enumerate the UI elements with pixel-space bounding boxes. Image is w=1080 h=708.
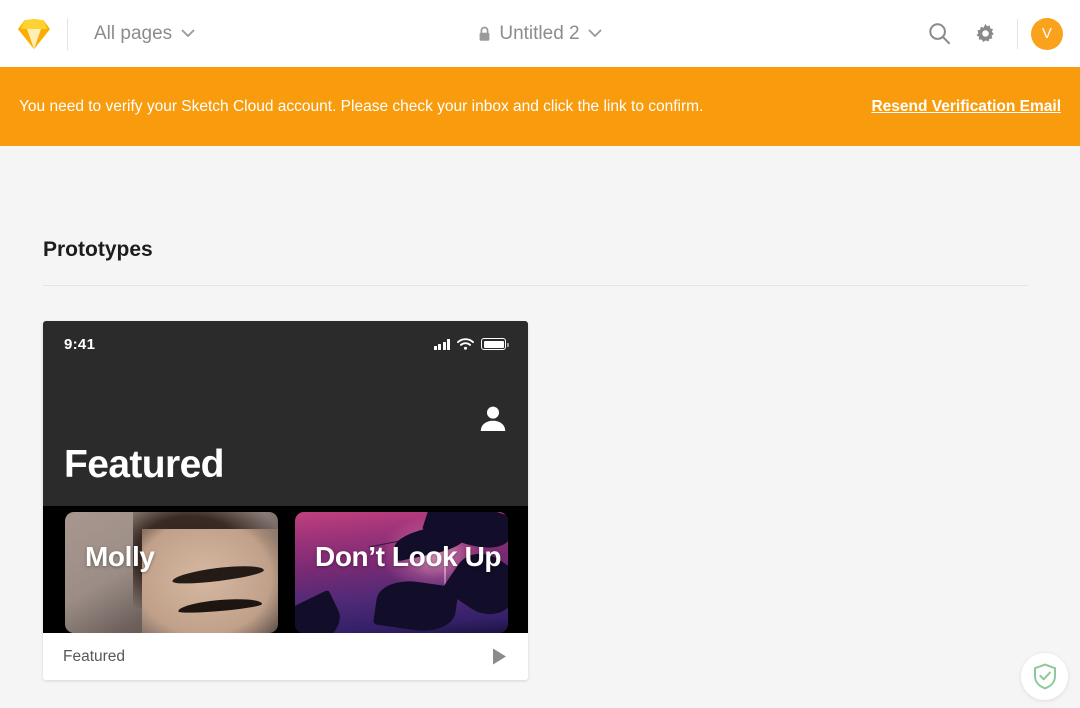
prototype-name: Featured [63, 647, 126, 665]
shield-check-icon [1033, 663, 1056, 690]
preview-heading: Featured [64, 443, 225, 486]
all-pages-dropdown[interactable]: All pages [94, 23, 195, 45]
status-bar-time: 9:41 [64, 335, 96, 353]
lock-icon [479, 26, 490, 41]
toolbar-divider [1017, 18, 1018, 49]
toolbar-actions: V [916, 0, 1080, 67]
settings-button[interactable] [962, 11, 1008, 57]
cellular-signal-icon [433, 339, 450, 350]
person-icon [480, 406, 506, 431]
preview-tiles: Molly Don’t Look Up [43, 512, 528, 633]
section-divider [43, 285, 1028, 286]
prototype-preview: 9:41 Featured Molly Don’t Look Up [43, 321, 528, 633]
play-prototype-button[interactable] [491, 647, 508, 666]
preview-tile-dont-look-up: Don’t Look Up [295, 512, 508, 633]
play-icon [493, 648, 506, 665]
preview-tile-label: Don’t Look Up [315, 541, 502, 572]
sketch-logo-button[interactable] [0, 0, 67, 67]
search-icon [928, 23, 950, 45]
chevron-down-icon [588, 29, 602, 37]
main-content: Prototypes 9:41 Featured Molly Don’t Loo… [0, 146, 1080, 708]
verification-banner: You need to verify your Sketch Cloud acc… [0, 67, 1080, 146]
wifi-icon [457, 338, 474, 350]
preview-tile-label: Molly [85, 541, 155, 572]
phone-status-bar: 9:41 [43, 321, 528, 367]
battery-icon [481, 338, 509, 350]
gear-icon [975, 23, 994, 43]
page-title: Prototypes [43, 238, 153, 261]
toolbar-divider [67, 17, 68, 50]
search-button[interactable] [916, 11, 962, 57]
tree-branch-shape [295, 589, 348, 633]
sketch-diamond-logo [17, 18, 50, 49]
status-bar-icons [433, 338, 509, 350]
preview-tile-molly: Molly [65, 512, 278, 633]
app-window: All pages Untitled 2 V You need to verif… [0, 0, 1080, 708]
prototype-card[interactable]: 9:41 Featured Molly Don’t Look Up Featur… [43, 321, 528, 680]
document-title-dropdown[interactable]: Untitled 2 [478, 22, 602, 45]
resend-verification-email-link[interactable]: Resend Verification Email [871, 98, 1061, 116]
document-title: Untitled 2 [499, 22, 580, 44]
user-avatar[interactable]: V [1031, 17, 1063, 50]
chevron-down-icon [181, 29, 195, 37]
adblock-shield-badge[interactable] [1021, 653, 1068, 700]
prototype-card-footer: Featured [43, 633, 528, 680]
top-toolbar: All pages Untitled 2 V [0, 0, 1080, 67]
verification-banner-message: You need to verify your Sketch Cloud acc… [19, 98, 704, 115]
all-pages-label: All pages [94, 22, 173, 44]
